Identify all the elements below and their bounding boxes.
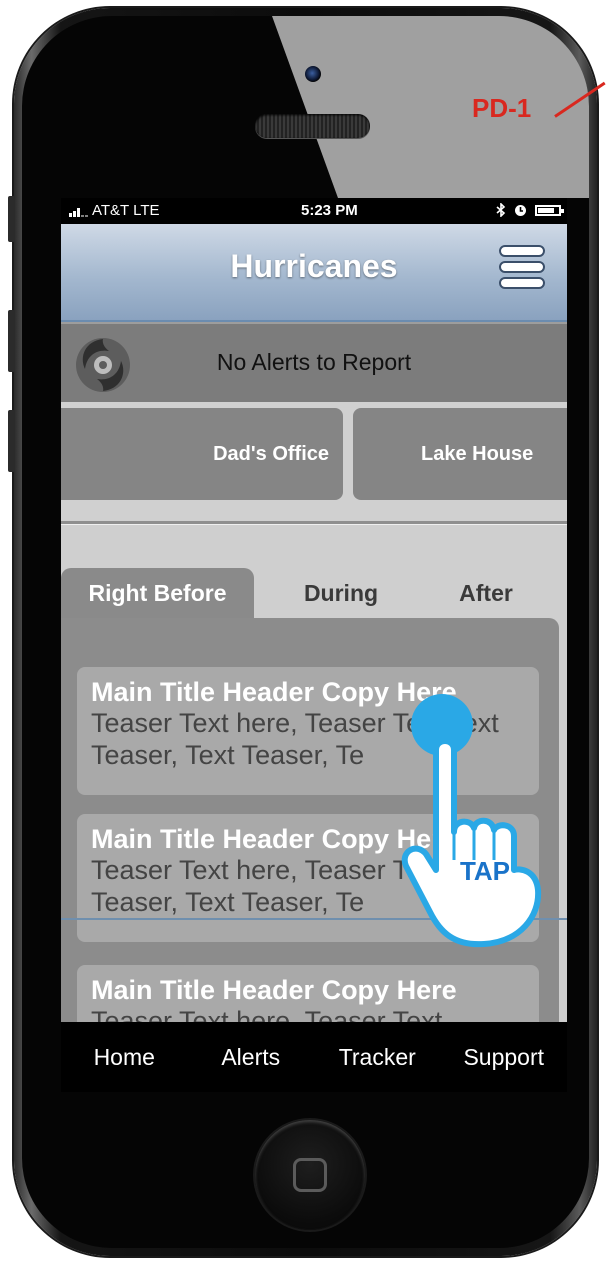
mute-switch <box>8 196 15 242</box>
carrier-name: AT&T LTE <box>92 202 160 219</box>
tap-gesture-label: TAP <box>459 856 511 886</box>
phase-tabs: Right Before During After <box>61 568 567 618</box>
tap-hand-icon <box>401 738 542 948</box>
volume-up-button <box>8 310 15 372</box>
location-card-lake-house[interactable]: Lake House <box>353 408 567 500</box>
page-title: Hurricanes <box>230 248 398 284</box>
carrier-group: AT&T LTE <box>69 202 160 219</box>
battery-icon <box>535 204 564 216</box>
volume-down-button <box>8 410 15 472</box>
signal-strength-icon <box>69 205 88 217</box>
alert-status-text: No Alerts to Report <box>216 349 412 375</box>
app-screen: AT&T LTE 5:23 PM Hurricanes No Alerts to… <box>61 198 567 1092</box>
section-divider <box>61 521 567 525</box>
tab-during[interactable]: During <box>281 568 401 618</box>
bluetooth-icon <box>496 203 506 217</box>
home-button[interactable] <box>255 1120 365 1230</box>
tabbar-alerts[interactable]: Alerts <box>188 1044 315 1071</box>
app-header: Hurricanes <box>61 224 567 322</box>
annotation-label: PD-1 <box>472 93 532 123</box>
location-label: Lake House <box>421 442 534 465</box>
article-title: Main Title Header Copy Here <box>91 975 457 1005</box>
home-square-icon <box>293 1158 327 1192</box>
tabbar-home[interactable]: Home <box>61 1044 188 1071</box>
bottom-tab-bar: Home Alerts Tracker Support <box>61 1022 567 1092</box>
tabbar-tracker[interactable]: Tracker <box>314 1044 441 1071</box>
front-camera <box>305 66 321 82</box>
alarm-icon <box>515 204 526 216</box>
tab-after[interactable]: After <box>431 568 541 618</box>
locations-carousel[interactable]: Dad's Office Lake House <box>61 402 567 522</box>
alert-banner[interactable]: No Alerts to Report <box>61 322 567 406</box>
hamburger-menu-icon[interactable] <box>499 245 545 289</box>
status-time: 5:23 PM <box>301 202 358 219</box>
location-label: Dad's Office <box>213 442 329 465</box>
location-card-dads-office[interactable]: Dad's Office <box>61 408 343 500</box>
tabbar-support[interactable]: Support <box>441 1044 568 1071</box>
tab-right-before[interactable]: Right Before <box>61 568 254 618</box>
status-bar: AT&T LTE 5:23 PM <box>61 198 567 224</box>
earpiece-speaker <box>255 114 370 138</box>
status-icons <box>496 203 564 217</box>
